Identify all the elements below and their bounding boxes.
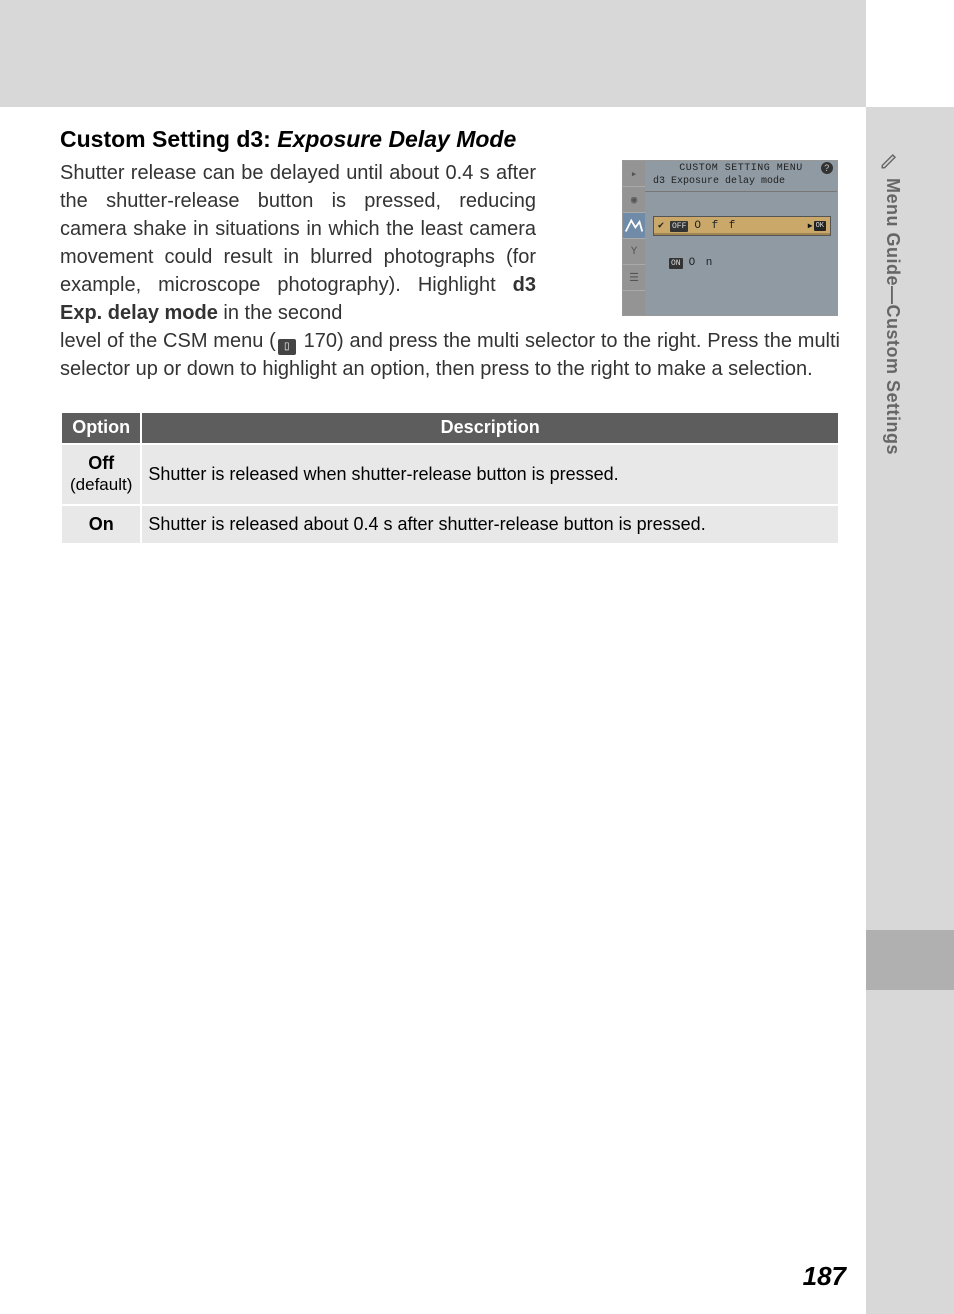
- table-header-row: Option Description: [61, 412, 839, 444]
- ok-badge: OK: [814, 221, 826, 231]
- setup-tab-icon: Y: [623, 239, 645, 265]
- body-paragraph-full: level of the CSM menu (▯ 170) and press …: [60, 327, 840, 383]
- page-ref-icon: ▯: [278, 339, 296, 355]
- camera-menu-screenshot: ▸ ◉ Y ☰ CUSTOM SETTING MENU ? d3 Exposur…: [622, 160, 838, 316]
- option-pill: OFF: [670, 221, 688, 232]
- camera-option-row: ON O n: [653, 254, 831, 272]
- page-number: 187: [803, 1261, 846, 1292]
- header-band: [0, 0, 866, 107]
- recent-tab-icon: ☰: [623, 265, 645, 291]
- camera-body: ✔ OFF O f f ▶ OK ON O n: [645, 192, 837, 304]
- camera-title-text: CUSTOM SETTING MENU: [679, 163, 803, 174]
- description-cell: Shutter is released when shutter-release…: [141, 444, 839, 505]
- heading-prefix: Custom Setting d3:: [60, 126, 277, 152]
- csm-tab-icon: [623, 213, 645, 239]
- option-pill: ON: [669, 258, 683, 269]
- body-paragraph-wrap-left: Shutter release can be delayed until abo…: [60, 159, 536, 327]
- help-icon: ?: [821, 162, 833, 174]
- play-icon: ▶: [808, 221, 813, 231]
- camera-subtitle: d3 Exposure delay mode: [645, 175, 837, 192]
- side-tab-thumb: [866, 930, 954, 990]
- body-p1a: Shutter release can be delayed until abo…: [60, 162, 536, 296]
- option-label: O n: [689, 257, 715, 269]
- option-bold: On: [89, 514, 114, 534]
- th-description: Description: [141, 412, 839, 444]
- side-tab: [866, 107, 954, 1314]
- option-cell: On: [61, 505, 141, 545]
- pencil-icon: [880, 152, 898, 170]
- option-cell: Off (default): [61, 444, 141, 505]
- table-row: On Shutter is released about 0.4 s after…: [61, 505, 839, 545]
- body-p1c: in the second: [218, 302, 343, 324]
- option-label: O f f: [694, 220, 737, 232]
- camera-option-row-selected: ✔ OFF O f f ▶ OK: [653, 216, 831, 236]
- heading-italic: Exposure Delay Mode: [277, 126, 516, 152]
- body-p2a: level of the CSM menu (: [60, 330, 276, 352]
- playback-tab-icon: ▸: [623, 161, 645, 187]
- side-tab-label: Menu Guide—Custom Settings: [882, 178, 903, 455]
- camera-main-panel: CUSTOM SETTING MENU ? d3 Exposure delay …: [645, 161, 837, 315]
- option-bold: Off: [88, 453, 114, 473]
- th-option: Option: [61, 412, 141, 444]
- section-heading: Custom Setting d3: Exposure Delay Mode: [60, 126, 840, 153]
- camera-title: CUSTOM SETTING MENU ?: [645, 161, 837, 175]
- check-icon: ✔: [658, 220, 668, 232]
- table-row: Off (default) Shutter is released when s…: [61, 444, 839, 505]
- body-p2-ref: 170: [304, 330, 337, 352]
- camera-left-tabs: ▸ ◉ Y ☰: [623, 161, 645, 315]
- option-sub: (default): [70, 475, 132, 494]
- options-table: Option Description Off (default) Shutter…: [60, 411, 840, 545]
- ok-indicator: ▶ OK: [808, 221, 826, 231]
- description-cell: Shutter is released about 0.4 s after sh…: [141, 505, 839, 545]
- shooting-tab-icon: ◉: [623, 187, 645, 213]
